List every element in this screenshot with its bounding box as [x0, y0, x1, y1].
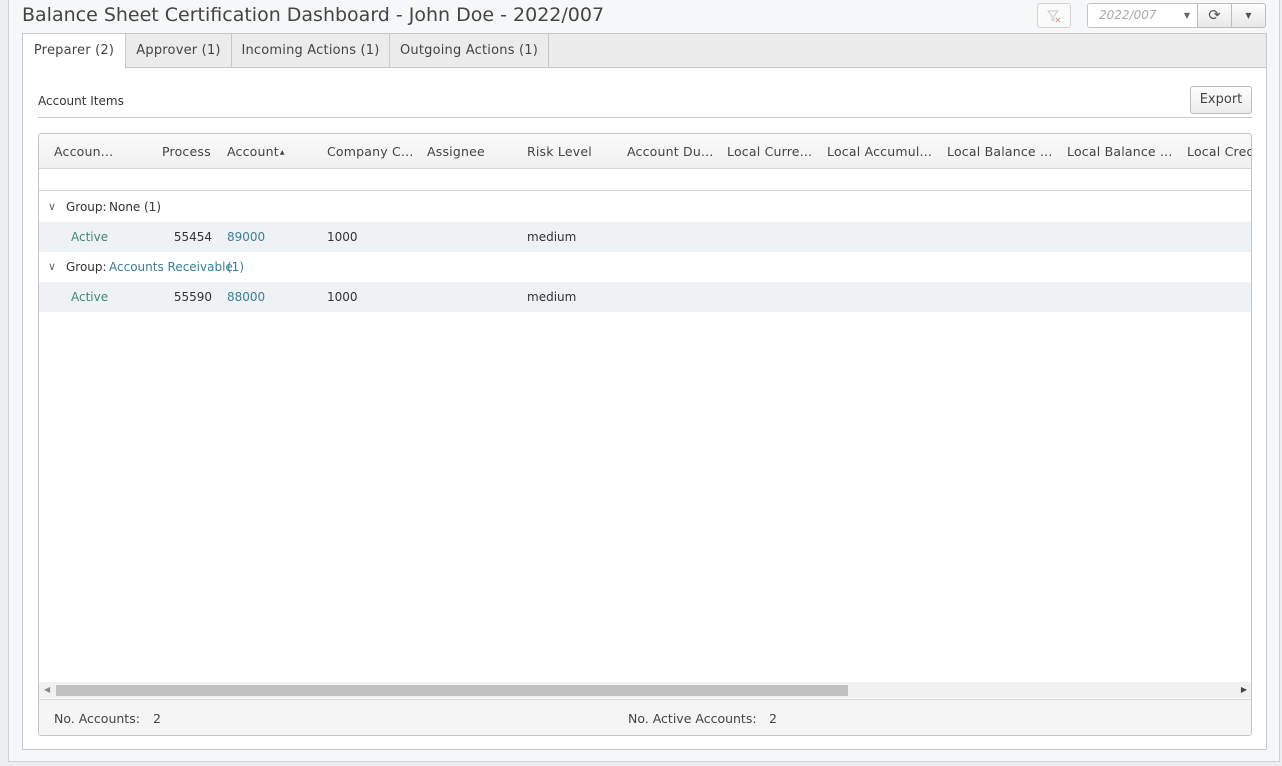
tab-outgoing-actions[interactable]: Outgoing Actions (1) — [390, 34, 549, 68]
clear-filter-button[interactable] — [1037, 3, 1071, 28]
company-code-cell: 1000 — [327, 230, 358, 244]
column-header-account[interactable]: Account▲ — [227, 134, 317, 169]
account-link[interactable]: 89000 — [227, 222, 265, 252]
group-count: (1) — [144, 200, 161, 214]
column-header-process[interactable]: Process — [162, 134, 224, 169]
group-count: (1) — [227, 260, 244, 274]
group-prefix: Group: — [66, 200, 107, 214]
grid-filter-row[interactable] — [39, 169, 1251, 191]
scrollbar-thumb[interactable] — [56, 685, 848, 696]
sort-ascending-icon: ▲ — [279, 149, 285, 156]
group-row[interactable]: ∨ Group: None (1) — [39, 192, 1251, 222]
column-header-company-code[interactable]: Company C... — [327, 134, 419, 169]
table-row[interactable]: Active 55454 89000 1000 medium — [39, 222, 1251, 252]
tab-panel: Preparer (2) Approver (1) Incoming Actio… — [22, 33, 1267, 750]
filter-clear-icon — [1046, 10, 1061, 23]
column-header-local-credit[interactable]: Local Cred — [1187, 134, 1251, 169]
period-select[interactable]: 2022/007 ▼ — [1087, 3, 1198, 28]
status-link[interactable]: Active — [71, 222, 108, 252]
company-code-cell: 1000 — [327, 290, 358, 304]
column-header-account-label: Account — [227, 144, 279, 159]
column-header-risk-level[interactable]: Risk Level — [527, 134, 619, 169]
column-header-local-balance-2[interactable]: Local Balance ... — [1067, 134, 1179, 169]
chevron-down-icon[interactable]: ∨ — [48, 192, 56, 222]
tab-incoming-actions[interactable]: Incoming Actions (1) — [232, 34, 390, 68]
column-header-account-due[interactable]: Account Du... — [627, 134, 719, 169]
dashboard-window: Balance Sheet Certification Dashboard - … — [8, 0, 1280, 762]
risk-level-cell: medium — [527, 290, 577, 304]
scroll-right-icon[interactable]: ▶ — [1241, 682, 1247, 698]
group-name-link[interactable]: Accounts Receivable — [109, 252, 233, 282]
accounts-count-value: 2 — [153, 711, 161, 726]
group-prefix: Group: — [66, 260, 107, 274]
grid-footer: No. Accounts: 2 No. Active Accounts: 2 — [39, 699, 1251, 735]
chevron-down-icon[interactable]: ∨ — [48, 252, 56, 282]
column-header-local-balance-1[interactable]: Local Balance ... — [947, 134, 1059, 169]
section-divider — [38, 117, 1252, 118]
grid-header: Accoun... Process Account▲ Company C... … — [39, 134, 1251, 169]
section-label: Account Items — [38, 94, 124, 108]
table-row[interactable]: Active 55590 88000 1000 medium — [39, 282, 1251, 312]
group-row[interactable]: ∨ Group: Accounts Receivable (1) — [39, 252, 1251, 282]
column-header-account-status[interactable]: Accoun... — [54, 134, 150, 169]
column-header-local-currency[interactable]: Local Curre... — [727, 134, 819, 169]
tab-bar: Preparer (2) Approver (1) Incoming Actio… — [23, 34, 1266, 69]
tab-preparer[interactable]: Preparer (2) — [23, 34, 126, 69]
export-button[interactable]: Export — [1190, 86, 1252, 114]
group-name: None — [109, 200, 141, 214]
active-accounts-label: No. Active Accounts: — [628, 711, 757, 726]
process-cell: 55590 — [173, 290, 212, 304]
refresh-icon: ⟳ — [1208, 6, 1221, 24]
chevron-down-icon: ▼ — [1245, 11, 1252, 20]
column-header-local-accumulated[interactable]: Local Accumul... — [827, 134, 939, 169]
account-link[interactable]: 88000 — [227, 282, 265, 312]
column-header-assignee[interactable]: Assignee — [427, 134, 519, 169]
tab-approver[interactable]: Approver (1) — [126, 34, 232, 68]
horizontal-scrollbar[interactable]: ◀ ▶ — [39, 682, 1251, 698]
menu-dropdown-button[interactable]: ▼ — [1231, 3, 1266, 28]
status-link[interactable]: Active — [71, 282, 108, 312]
refresh-button[interactable]: ⟳ — [1197, 3, 1232, 28]
dropdown-caret-icon: ▼ — [1183, 11, 1190, 20]
account-items-grid: Accoun... Process Account▲ Company C... … — [38, 133, 1252, 736]
active-accounts-value: 2 — [769, 711, 777, 726]
page-title: Balance Sheet Certification Dashboard - … — [22, 4, 605, 26]
risk-level-cell: medium — [527, 230, 577, 244]
period-value: 2022/007 — [1099, 8, 1157, 22]
accounts-count-label: No. Accounts: — [54, 711, 140, 726]
scroll-left-icon[interactable]: ◀ — [44, 682, 50, 698]
process-cell: 55454 — [173, 230, 212, 244]
